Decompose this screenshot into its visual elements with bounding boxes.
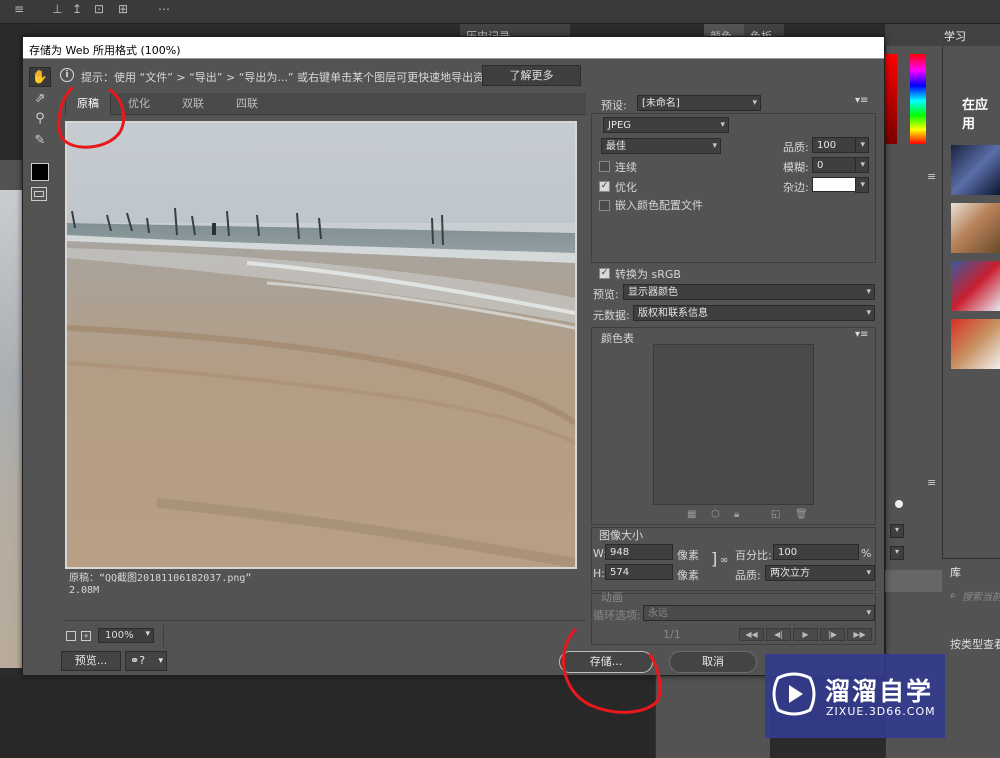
red-annotation-overlay <box>57 86 662 714</box>
watermark-url: ZIXUE.3D66.COM <box>826 705 936 718</box>
watermark-title: 溜溜自学 <box>825 677 934 706</box>
play-logo-icon <box>772 672 816 716</box>
annotation-circle-original-tab <box>57 86 126 149</box>
annotation-circle-save-button <box>562 628 662 714</box>
